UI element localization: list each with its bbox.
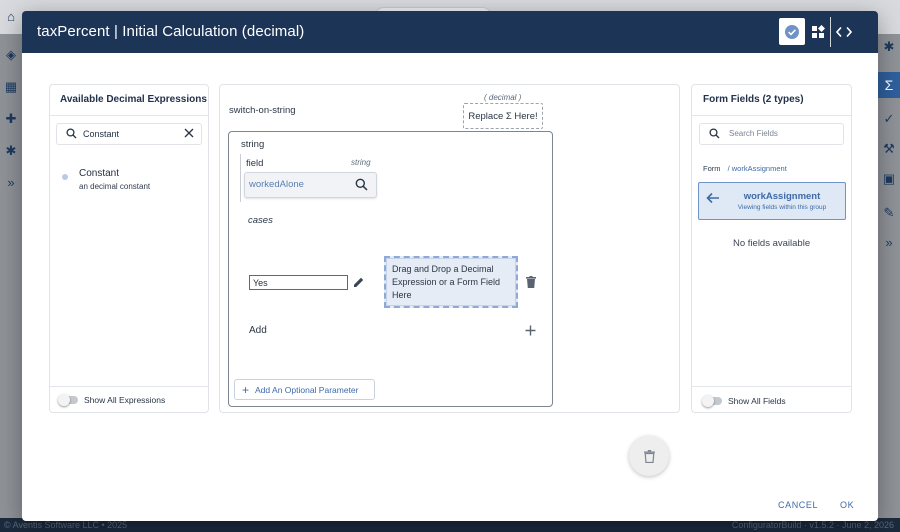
expressions-panel-title: Available Decimal Expressions [60, 94, 207, 105]
toggle-switch[interactable] [58, 394, 78, 406]
expression-search-value: Constant [83, 129, 120, 139]
panel-divider [50, 386, 208, 387]
wrench-icon: ⚒ [883, 141, 895, 156]
card-title: string [241, 139, 265, 150]
return-type-hint: ( decimal ) [484, 93, 522, 102]
form-fields-panel-title: Form Fields (2 types) [703, 94, 804, 105]
drop-zone-text: Drag and Drop a Decimal Expression or a … [392, 264, 501, 300]
validate-button[interactable] [779, 18, 805, 45]
layers-icon: ◈ [6, 47, 16, 62]
expand-icon: » [7, 175, 15, 190]
toggle-label: Show All Expressions [84, 395, 166, 405]
cancel-button[interactable]: CANCEL [778, 500, 818, 510]
search-icon[interactable] [355, 178, 368, 191]
dialog-title: taxPercent | Initial Calculation (decima… [37, 23, 305, 40]
breadcrumb-current[interactable]: / workAssignment [728, 164, 787, 173]
breadcrumb-root[interactable]: Form [703, 164, 721, 173]
tree-line [240, 154, 241, 202]
expressions-panel: Available Decimal Expressions Constant C… [49, 84, 209, 413]
dashboard-icon: ▦ [4, 79, 18, 94]
background-right-rail: ✱ ✓ ⚒ ▣ ✎ » [878, 34, 900, 518]
expression-editor-dialog: taxPercent | Initial Calculation (decima… [22, 11, 878, 521]
toggle-switch[interactable] [702, 395, 722, 407]
dialog-body: Available Decimal Expressions Constant C… [22, 53, 878, 476]
field-search-placeholder: Search Fields [729, 129, 778, 138]
check-circle-icon [785, 24, 799, 39]
field-label: field [246, 158, 264, 169]
expression-name: Constant [79, 168, 120, 179]
check-icon: ✓ [883, 111, 895, 126]
footer-copyright: © Aventis Software LLC • 2025 [4, 520, 128, 530]
edit-icon[interactable] [353, 276, 365, 288]
pencil-icon: ✎ [883, 205, 895, 220]
expand-icon: » [885, 235, 893, 250]
breadcrumb: Form / workAssignment [703, 164, 787, 173]
add-optional-parameter-button[interactable]: + Add An Optional Parameter [234, 379, 375, 400]
add-case-label: Add [249, 325, 267, 336]
panel-divider [692, 115, 851, 116]
code-view-button[interactable] [831, 18, 857, 45]
field-type-label: string [351, 158, 371, 167]
clear-icon[interactable] [183, 127, 195, 139]
cases-label: cases [248, 215, 273, 226]
switch-card: string field string workedAlone cases Ye… [228, 131, 553, 407]
field-selector[interactable]: workedAlone [244, 172, 377, 198]
empty-fields-message: No fields available [733, 238, 811, 249]
background-left-rail: ⌂ ◈ ▦ ✚ ✱ » [0, 10, 22, 518]
code-icon [836, 26, 852, 37]
video-icon: ▣ [882, 171, 896, 186]
trash-drop-button[interactable] [629, 436, 669, 476]
case-value-input[interactable] [249, 275, 348, 290]
form-fields-panel: Form Fields (2 types) Search Fields Form… [691, 84, 852, 413]
dialog-header: taxPercent | Initial Calculation (decima… [22, 11, 878, 53]
add-case-icon[interactable] [525, 325, 536, 336]
expression-search-input[interactable]: Constant [56, 123, 202, 145]
sigma-rail-button: Σ [878, 72, 900, 98]
case-expression-drop-zone[interactable]: Drag and Drop a Decimal Expression or a … [384, 256, 518, 308]
function-name: switch-on-string [229, 105, 296, 116]
group-name: workAssignment [743, 191, 821, 202]
puzzle-icon: ✚ [5, 111, 17, 126]
toggle-label: Show All Fields [728, 396, 786, 406]
optional-parameter-label: Add An Optional Parameter [255, 384, 359, 395]
trash-icon [643, 449, 655, 463]
delete-icon[interactable] [526, 276, 536, 288]
expression-bullet [62, 174, 68, 180]
field-search-input[interactable]: Search Fields [699, 123, 844, 145]
replace-label: Replace Σ Here! [468, 110, 538, 122]
gear-icon: ✱ [883, 39, 895, 54]
panel-divider [50, 115, 208, 116]
settings-icon: ✱ [5, 143, 17, 158]
show-all-expressions-toggle[interactable]: Show All Expressions [58, 394, 166, 406]
search-icon [66, 128, 77, 139]
home-icon: ⌂ [7, 9, 15, 24]
plus-icon: + [242, 382, 250, 397]
show-all-fields-toggle[interactable]: Show All Fields [702, 395, 786, 407]
group-subtitle: Viewing fields within this group [737, 204, 827, 211]
search-icon [709, 128, 720, 139]
ok-button[interactable]: OK [840, 500, 854, 510]
replace-drop-target[interactable]: Replace Σ Here! [463, 103, 543, 129]
field-value: workedAlone [249, 179, 304, 190]
visual-view-button[interactable] [805, 18, 831, 45]
widgets-icon [812, 24, 825, 38]
field-group-workassignment[interactable]: workAssignment Viewing fields within thi… [698, 182, 846, 220]
expression-builder-panel: switch-on-string ( decimal ) Replace Σ H… [219, 84, 680, 413]
expression-description: an decimal constant [79, 182, 151, 191]
panel-divider [692, 386, 851, 387]
